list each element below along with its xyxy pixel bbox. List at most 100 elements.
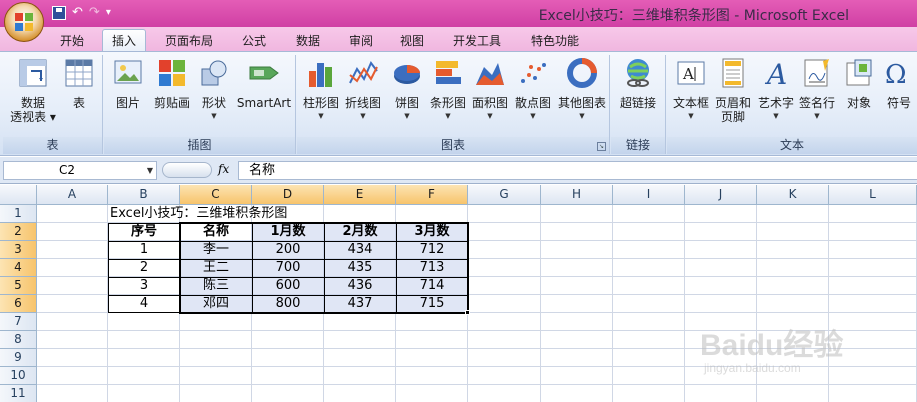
column-header[interactable]: A xyxy=(37,185,108,205)
table-cell[interactable]: 4 xyxy=(108,295,180,313)
group-label-links: 链接 xyxy=(611,137,665,154)
wordart-icon: A xyxy=(760,57,792,91)
header-footer-button[interactable]: 页眉和 页脚 xyxy=(713,57,753,124)
svg-text:A: A xyxy=(682,65,694,83)
row-header[interactable]: 8 xyxy=(0,331,37,349)
symbol-button[interactable]: Ω 符号 xyxy=(881,57,917,110)
row-header[interactable]: 5 xyxy=(0,277,37,295)
formula-collapse-handle[interactable] xyxy=(162,162,212,178)
object-button[interactable]: 对象 xyxy=(841,57,877,110)
column-header[interactable]: K xyxy=(757,185,829,205)
charts-dialog-launcher-icon[interactable]: ↘ xyxy=(597,142,606,151)
signature-line-icon xyxy=(801,57,833,89)
textbox-icon: A xyxy=(675,57,707,89)
row-header[interactable]: 10 xyxy=(0,367,37,385)
group-illustrations: 图片 剪贴画 形状 ▼ SmartArt 插图 xyxy=(104,55,296,154)
area-chart-button[interactable]: 面积图 ▼ xyxy=(470,57,510,120)
column-header[interactable]: G xyxy=(468,185,541,205)
name-box-value: C2 xyxy=(59,163,76,177)
row-header[interactable]: 4 xyxy=(0,259,37,277)
grid-hline xyxy=(37,384,917,385)
area-chart-icon xyxy=(474,57,506,89)
picture-button[interactable]: 图片 xyxy=(110,57,146,110)
tab-review[interactable]: 审阅 xyxy=(339,32,383,52)
name-box-dropdown-icon[interactable]: ▼ xyxy=(147,162,153,179)
row-header[interactable]: 6 xyxy=(0,295,37,313)
formula-controls: fx xyxy=(160,161,236,180)
clipart-icon xyxy=(156,57,188,89)
column-header[interactable]: I xyxy=(613,185,685,205)
column-header[interactable]: L xyxy=(829,185,917,205)
shapes-dropdown-icon: ▼ xyxy=(211,112,217,120)
pie-chart-icon xyxy=(391,57,423,89)
insert-function-icon[interactable]: fx xyxy=(218,162,229,176)
group-links: 超链接 链接 xyxy=(611,55,666,154)
pie-chart-button[interactable]: 饼图 ▼ xyxy=(387,57,427,120)
hyperlink-button[interactable]: 超链接 xyxy=(615,57,661,110)
tab-data[interactable]: 数据 xyxy=(286,32,330,52)
column-chart-icon xyxy=(305,57,337,89)
clipart-button[interactable]: 剪贴画 xyxy=(150,57,194,110)
table-header-cell[interactable]: 序号 xyxy=(108,223,180,241)
other-charts-button[interactable]: 其他图表 ▼ xyxy=(557,57,607,120)
tab-view[interactable]: 视图 xyxy=(390,32,434,52)
column-header[interactable]: B xyxy=(108,185,180,205)
column-header[interactable]: C xyxy=(180,185,252,205)
select-all-corner[interactable] xyxy=(0,185,37,205)
pivot-table-icon xyxy=(17,57,49,89)
selection-border xyxy=(179,222,469,314)
fill-handle[interactable] xyxy=(465,310,470,315)
tab-developer[interactable]: 开发工具 xyxy=(446,32,508,52)
office-logo-icon xyxy=(15,13,35,33)
row-header[interactable]: 7 xyxy=(0,313,37,331)
row-header[interactable]: 11 xyxy=(0,385,37,402)
table-button[interactable]: 表 xyxy=(61,57,97,110)
table-cell[interactable]: 3 xyxy=(108,277,180,295)
scatter-chart-button[interactable]: 散点图 ▼ xyxy=(511,57,555,120)
column-header[interactable]: H xyxy=(541,185,613,205)
group-label-charts: 图表 xyxy=(297,137,609,154)
line-chart-icon xyxy=(347,57,379,89)
column-header[interactable]: E xyxy=(324,185,396,205)
name-box[interactable]: C2 ▼ xyxy=(3,161,157,180)
table-cell[interactable]: 2 xyxy=(108,259,180,277)
tab-insert[interactable]: 插入 xyxy=(102,29,146,53)
tab-page-layout[interactable]: 页面布局 xyxy=(158,32,220,52)
table-cell[interactable]: 1 xyxy=(108,241,180,259)
signature-line-button[interactable]: 签名行 ▼ xyxy=(797,57,837,120)
column-header[interactable]: J xyxy=(685,185,757,205)
tab-special-features[interactable]: 特色功能 xyxy=(524,32,586,52)
row-header[interactable]: 1 xyxy=(0,205,37,223)
header-footer-icon xyxy=(717,57,749,89)
textbox-button[interactable]: A 文本框 ▼ xyxy=(671,57,711,120)
picture-icon xyxy=(112,57,144,89)
group-label-tables: 表 xyxy=(3,137,102,154)
hyperlink-icon xyxy=(622,57,654,89)
tab-formulas[interactable]: 公式 xyxy=(232,32,276,52)
bar-chart-button[interactable]: 条形图 ▼ xyxy=(428,57,468,120)
column-header[interactable]: F xyxy=(396,185,468,205)
tab-home[interactable]: 开始 xyxy=(50,32,94,52)
row-header[interactable]: 9 xyxy=(0,349,37,367)
column-header[interactable]: D xyxy=(252,185,324,205)
pivot-table-button[interactable]: 数据 透视表 ▾ xyxy=(9,57,57,124)
shapes-button[interactable]: 形状 ▼ xyxy=(196,57,232,120)
row-header[interactable]: 3 xyxy=(0,241,37,259)
other-charts-icon xyxy=(566,57,598,89)
wordart-button[interactable]: A 艺术字 ▼ xyxy=(755,57,797,120)
group-charts: 柱形图 ▼ 折线图 ▼ 饼图 ▼ 条形图 ▼ 面积图 ▼ 散点图 ▼ 其他图表 … xyxy=(297,55,610,154)
office-button[interactable] xyxy=(4,2,44,42)
smartart-button[interactable]: SmartArt xyxy=(236,57,292,110)
shapes-icon xyxy=(198,57,230,89)
svg-text:A: A xyxy=(764,58,787,89)
formula-input[interactable]: 名称 xyxy=(238,161,917,180)
table-icon xyxy=(63,57,95,89)
title-bar: ↶ ↷ ▾ Excel小技巧：三维堆积条形图 - Microsoft Excel xyxy=(0,0,917,27)
column-chart-button[interactable]: 柱形图 ▼ xyxy=(301,57,341,120)
line-chart-button[interactable]: 折线图 ▼ xyxy=(343,57,383,120)
sheet-title-cell[interactable]: Excel小技巧：三维堆积条形图 xyxy=(108,205,287,223)
object-icon xyxy=(843,57,875,89)
smartart-icon xyxy=(248,57,280,89)
row-header[interactable]: 2 xyxy=(0,223,37,241)
formula-bar: C2 ▼ fx 名称 xyxy=(0,157,917,184)
